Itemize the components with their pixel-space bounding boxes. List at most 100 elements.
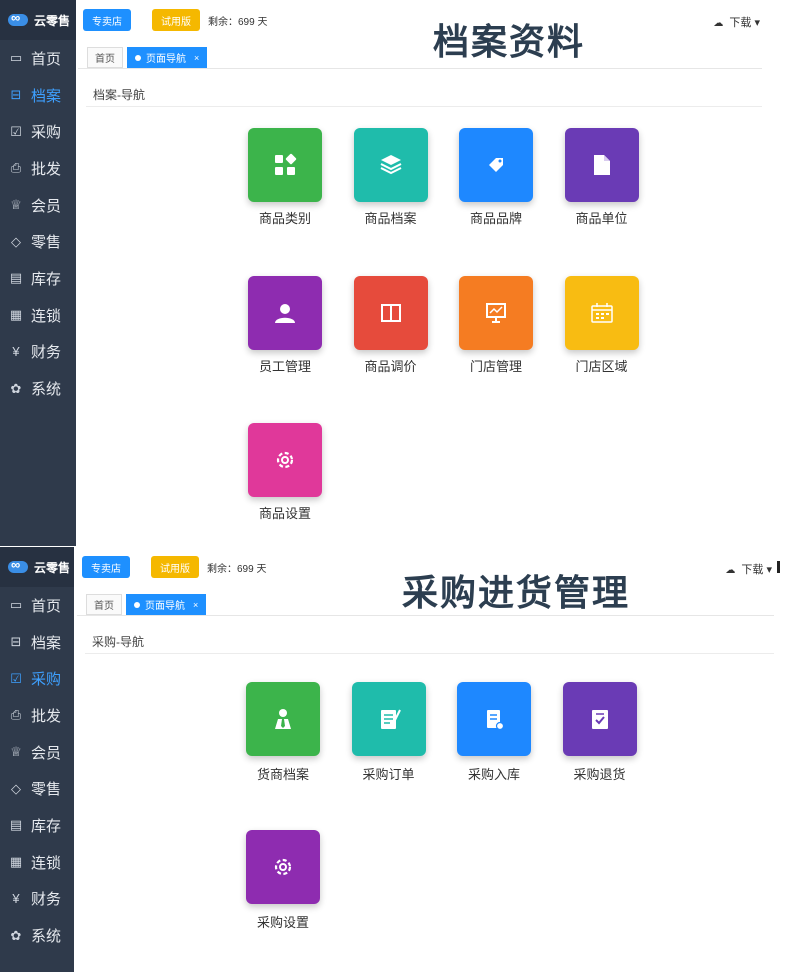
active-dot-icon [135,54,141,61]
sidebar-item-5[interactable]: ◇ 零售 [0,770,74,807]
tile-label[interactable]: 采购订单 [334,764,444,783]
download-menu[interactable]: ☁ 下载 ▾ [725,561,772,577]
section-divider [85,653,774,654]
document-icon [593,155,610,175]
tile-label[interactable]: 商品品牌 [441,208,551,227]
monitor-icon: ▭ [9,50,23,66]
tile-button-archive-4[interactable] [248,275,322,350]
sidebar-item-4[interactable]: ♕ 会员 [0,734,74,771]
close-icon[interactable]: × [193,600,198,610]
sidebar-item-label: 会员 [31,744,62,762]
sidebar-item-9[interactable]: ✿ 系统 [0,370,76,407]
chart-icon [486,302,506,323]
cloud-download-icon: ☁ [725,565,736,576]
sidebar-item-label: 采购 [31,124,62,142]
return-icon [591,710,608,729]
sidebar-item-9[interactable]: ✿ 系统 [0,917,74,954]
tile-button-archive-3[interactable] [564,128,639,202]
crown-icon: ♕ [10,197,22,213]
tag-icon: ◇ [11,780,21,796]
tab-bar: 首页 页面导航 × [77,592,774,616]
sidebar: 云零售 ▭ 首页 ⊟ 档案 ☑ 采购 ⎙ 批发 ♕ 会员 ◇ 零售 ▤ 库存 ▦ 连锁 ¥ 财务 ✿ 系统 [0,0,76,546]
store-button[interactable]: 专卖店 [82,556,130,578]
remaining-days: 剩余：699 天 [207,563,267,575]
tile-button-archive-5[interactable] [353,275,428,350]
sidebar-item-label: 批发 [31,707,62,725]
calendar-icon [590,302,613,323]
cloud-download-icon: ☁ [713,18,724,29]
printer-icon: ⎙ [10,707,22,723]
tile-button-archive-7[interactable] [564,275,639,350]
app-logo[interactable]: 云零售 [0,547,74,587]
tile-label[interactable]: 商品档案 [336,208,446,227]
sidebar-item-1[interactable]: ⊟ 档案 [0,624,74,661]
tile-button-purchase-2[interactable] [457,682,531,756]
sidebar-item-0[interactable]: ▭ 首页 [0,587,74,624]
sidebar-item-7[interactable]: ▦ 连锁 [0,297,76,334]
archive-screen: 云零售 ▭ 首页 ⊟ 档案 ☑ 采购 ⎙ 批发 ♕ 会员 ◇ 零售 ▤ 库存 ▦ 连锁 ¥ 财务 ✿ 系统 专卖店 试… [0,0,790,546]
tile-label[interactable]: 门店区域 [547,356,657,375]
tile-label[interactable]: 采购入库 [439,764,549,783]
tab-home[interactable]: 首页 [87,47,123,68]
sidebar-item-5[interactable]: ◇ 零售 [0,223,76,260]
layers-icon [380,155,401,175]
tile-button-purchase-1[interactable] [351,682,426,756]
tile-label[interactable]: 商品单位 [547,208,657,227]
store-button[interactable]: 专卖店 [83,9,131,31]
sidebar-item-label: 系统 [31,928,62,946]
sidebar-item-label: 财务 [31,344,62,362]
gear-icon: ✿ [10,380,22,396]
app-logo[interactable]: 云零售 [0,0,76,40]
sidebar-item-3[interactable]: ⎙ 批发 [0,150,76,187]
sidebar-item-label: 库存 [31,817,62,835]
tile-label[interactable]: 商品设置 [230,503,340,522]
app-name: 云零售 [34,13,71,28]
sidebar-item-1[interactable]: ⊟ 档案 [0,77,76,114]
sidebar-item-6[interactable]: ▤ 库存 [0,260,76,297]
sidebar-item-label: 采购 [31,671,62,689]
tab-home[interactable]: 首页 [86,594,122,615]
tile-label[interactable]: 货商档案 [228,764,338,783]
sidebar-item-7[interactable]: ▦ 连锁 [0,844,74,881]
tile-label[interactable]: 采购设置 [228,912,338,931]
gear-icon: ✿ [10,927,22,943]
archive-icon: ⊟ [10,87,22,103]
tile-button-purchase-3[interactable] [562,682,637,756]
sidebar-item-label: 零售 [31,781,62,799]
sidebar-item-3[interactable]: ⎙ 批发 [0,697,74,734]
tile-label[interactable]: 员工管理 [230,356,340,375]
tile-button-purchase-4[interactable] [246,830,320,904]
tile-button-archive-8[interactable] [248,423,322,497]
sidebar-item-0[interactable]: ▭ 首页 [0,40,76,77]
archive-icon: ⊟ [10,634,22,650]
tab-page-nav[interactable]: 页面导航 × [127,47,208,68]
crown-icon: ♕ [10,744,22,760]
printer-icon: ⎙ [10,160,22,176]
sidebar-item-label: 首页 [31,597,62,615]
sidebar-item-2[interactable]: ☑ 采购 [0,113,76,150]
sidebar-item-label: 首页 [31,50,62,68]
tile-button-archive-2[interactable] [459,128,533,202]
clipboard-icon: ☑ [10,123,22,139]
active-dot-icon [134,601,140,608]
sidebar-item-4[interactable]: ♕ 会员 [0,187,76,224]
trial-button[interactable]: 试用版 [151,556,199,578]
tile-button-archive-6[interactable] [459,275,533,350]
tile-button-archive-1[interactable] [353,128,428,202]
tile-label[interactable]: 采购退货 [545,764,655,783]
sidebar-item-8[interactable]: ¥ 财务 [0,334,76,371]
sidebar-item-6[interactable]: ▤ 库存 [0,807,74,844]
download-menu[interactable]: ☁ 下载 ▾ [713,14,760,30]
tile-label[interactable]: 商品调价 [336,356,446,375]
tile-button-purchase-0[interactable] [246,682,320,756]
tab-page-nav[interactable]: 页面导航 × [126,594,207,615]
order-icon [380,709,401,729]
sidebar-item-label: 系统 [31,381,62,399]
trial-button[interactable]: 试用版 [152,9,200,31]
close-icon[interactable]: × [194,53,199,63]
tile-label[interactable]: 门店管理 [441,356,551,375]
sidebar-item-2[interactable]: ☑ 采购 [0,660,74,697]
tile-button-archive-0[interactable] [248,128,322,202]
tile-label[interactable]: 商品类别 [230,208,340,227]
sidebar-item-8[interactable]: ¥ 财务 [0,881,74,918]
